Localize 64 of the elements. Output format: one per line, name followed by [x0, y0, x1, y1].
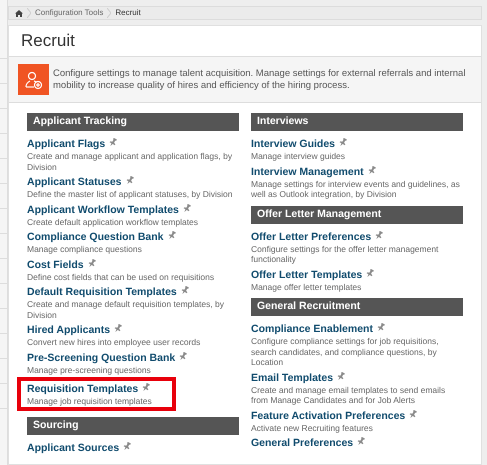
section-header: Interviews [251, 113, 463, 131]
pin-icon[interactable] [168, 231, 176, 240]
description-text: Configure settings to manage talent acquisition. Manage settings for external referrals and internal mobility to increase quality of hires and efficiency of the hiring process. [53, 68, 466, 92]
setting-link[interactable]: Email Templates [251, 372, 334, 384]
setting-description: Activate new Recruiting features [251, 422, 374, 433]
pin-icon[interactable] [114, 324, 122, 333]
setting-link[interactable]: Compliance Question Bank [27, 231, 164, 243]
pin-icon[interactable] [409, 410, 418, 418]
setting-link[interactable]: Interview Guides [251, 138, 336, 150]
pin-icon[interactable] [357, 437, 366, 446]
chevron-icon [107, 8, 112, 18]
setting-link[interactable]: Offer Letter Templates [251, 268, 362, 280]
setting-link[interactable]: Requisition Templates [27, 383, 138, 395]
recruit-icon [18, 64, 49, 95]
setting-link[interactable]: Hired Applicants [27, 324, 110, 336]
setting-link[interactable]: Offer Letter Preferences [251, 230, 372, 242]
setting-link[interactable]: Applicant Flags [27, 138, 106, 150]
setting-link[interactable]: Compliance Enablement [251, 323, 373, 335]
pin-icon[interactable] [179, 352, 188, 360]
pin-icon[interactable] [376, 323, 385, 332]
setting-description: Define the master list of applicant statuses, by Division [27, 189, 234, 200]
setting-description: Manage job requisition templates [27, 396, 152, 406]
setting-description: Create and manage email templates to send emails from Manage Candidates and for Job Alerts [251, 384, 446, 406]
setting-description: Create default application workflow templates [27, 216, 200, 227]
home-icon[interactable] [15, 10, 23, 16]
setting-description: Configure compliance settings for job requisitions, search candidates, and compliance questions, by Location [251, 336, 440, 368]
setting-description: Create and manage default requisition templates, by Division [27, 299, 226, 320]
setting-description: Manage pre-screening questions [27, 364, 152, 375]
setting-description: Create and manage applicant and application flags, by Division [27, 151, 234, 172]
setting-description: Manage settings for interview events and guidelines, as well as Outlook integration, by Division [251, 178, 461, 200]
setting-link[interactable]: Feature Activation Preferences [251, 410, 406, 422]
section-header: Offer Letter Management [251, 206, 463, 224]
setting-link[interactable]: Applicant Sources [27, 442, 120, 454]
pin-icon[interactable] [368, 166, 376, 174]
setting-description: Manage compliance questions [27, 244, 143, 254]
pin-icon[interactable] [109, 138, 118, 147]
setting-link[interactable]: Interview Management [251, 166, 364, 178]
pin-icon[interactable] [366, 268, 374, 278]
setting-description: Manage offer letter templates [251, 282, 362, 292]
pin-icon[interactable] [337, 372, 346, 380]
section-header: Sourcing [27, 416, 239, 434]
setting-description: Manage interview guides [251, 151, 346, 162]
pin-icon[interactable] [123, 442, 132, 450]
pin-icon[interactable] [180, 286, 189, 295]
setting-link[interactable]: Applicant Statuses [27, 176, 122, 188]
pin-icon[interactable] [182, 204, 191, 212]
pin-icon[interactable] [375, 230, 384, 240]
setting-link[interactable]: Cost Fields [27, 258, 84, 270]
pin-icon[interactable] [339, 138, 348, 147]
setting-link[interactable]: General Preferences [251, 437, 354, 449]
page-title: Recruit [21, 30, 75, 52]
section-header: Applicant Tracking [27, 113, 239, 131]
setting-link[interactable]: Applicant Workflow Templates [27, 204, 179, 216]
setting-description: Convert new hires into employee user records [27, 337, 202, 348]
pin-icon[interactable] [126, 176, 134, 185]
pin-icon[interactable] [88, 258, 96, 268]
setting-description: Define cost fields that can be used on requisitions [27, 272, 216, 282]
setting-description: Configure settings for the offer letter management functionality [251, 244, 440, 264]
section-header: General Recruitment [251, 298, 463, 316]
breadcrumb-link[interactable]: Configuration Tools [35, 7, 104, 19]
pin-icon[interactable] [142, 383, 150, 392]
breadcrumb-link[interactable]: Recruit [115, 7, 141, 19]
setting-link[interactable]: Default Requisition Templates [27, 286, 177, 298]
setting-link[interactable]: Pre-Screening Question Bank [27, 352, 176, 364]
